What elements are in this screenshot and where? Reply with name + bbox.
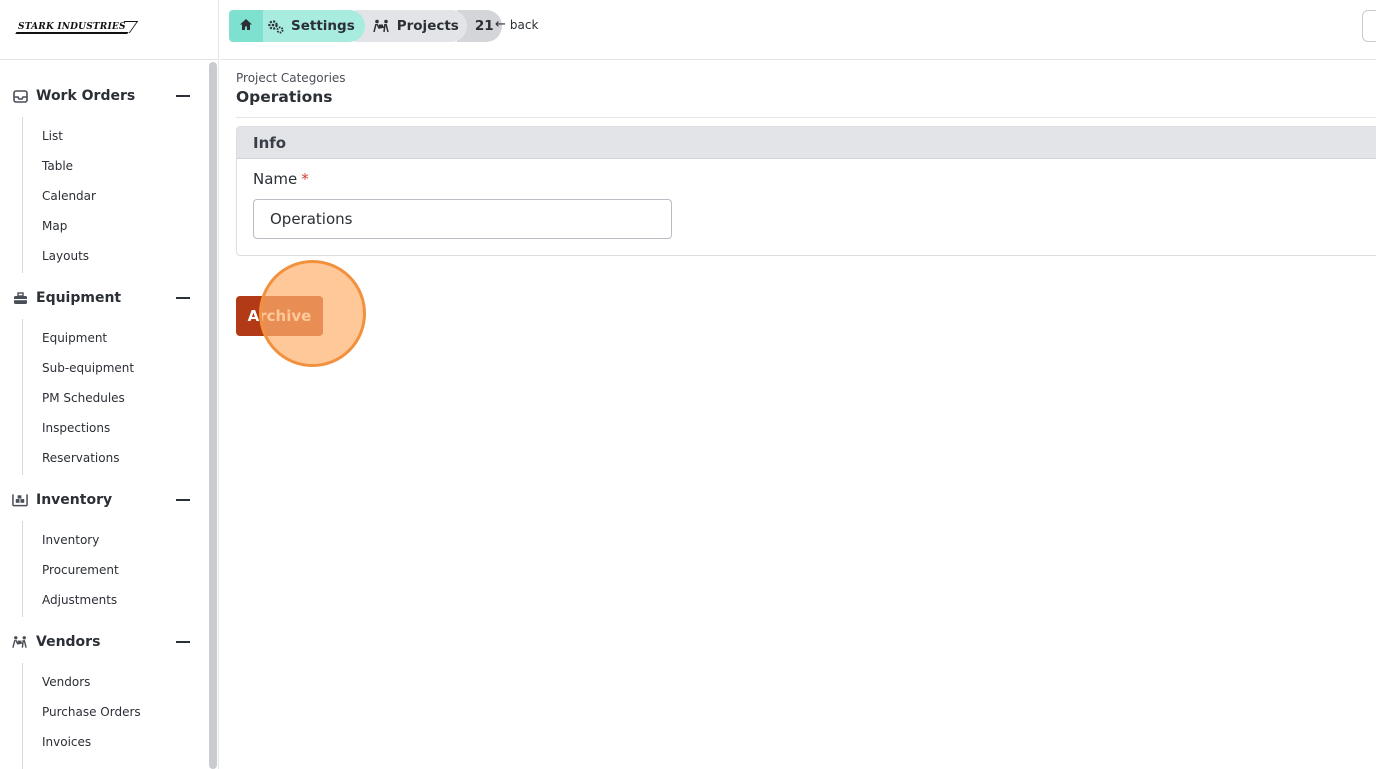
collapse-icon[interactable] [176, 297, 190, 299]
sidebar-item-table[interactable]: Table [42, 159, 73, 173]
section-title: Equipment [36, 290, 122, 306]
stark-industries-logo[interactable]: STARK INDUSTRIES [15, 18, 139, 38]
home-icon [239, 18, 253, 35]
breadcrumb-home[interactable] [229, 10, 263, 42]
card-header: Info [237, 127, 1376, 159]
sidebar-item-equipment[interactable]: Equipment [42, 331, 107, 345]
sub-list-line [22, 319, 23, 475]
back-label: back [509, 17, 539, 32]
toolbox-icon [12, 290, 28, 306]
inbox-icon [12, 88, 28, 104]
arrow-left-icon: ← [495, 17, 506, 32]
breadcrumb: Settings Projects 21 [229, 10, 502, 42]
breadcrumb-settings-label: Settings [291, 18, 355, 34]
search-input-edge[interactable] [1362, 10, 1376, 42]
warehouse-icon [12, 492, 28, 508]
breadcrumb-projects-label: Projects [396, 18, 459, 34]
sidebar-item-invoices[interactable]: Invoices [42, 735, 91, 749]
sidebar-item-calendar[interactable]: Calendar [42, 189, 96, 203]
sidebar-item-inventory[interactable]: Inventory [42, 533, 99, 547]
section-title: Inventory [36, 492, 113, 508]
sidebar-scrollbar[interactable] [209, 62, 217, 769]
collapse-icon[interactable] [176, 499, 190, 501]
info-card: Info Name * [236, 126, 1376, 256]
name-label: Name * [253, 170, 309, 188]
sidebar-nav: Work Orders List Table Calendar Map Layo… [0, 60, 207, 769]
breadcrumb-settings[interactable]: Settings [263, 10, 365, 42]
name-label-text: Name [253, 170, 298, 188]
archive-button[interactable]: Archive [236, 296, 323, 336]
section-equipment[interactable]: Equipment [0, 286, 207, 310]
sidebar-item-map[interactable]: Map [42, 219, 67, 233]
sidebar-item-sub-equipment[interactable]: Sub-equipment [42, 361, 134, 375]
collapse-icon[interactable] [176, 641, 190, 643]
title-divider [236, 117, 1376, 118]
sidebar-item-adjustments[interactable]: Adjustments [42, 593, 117, 607]
sub-list-line [22, 117, 23, 273]
sidebar-item-inspections[interactable]: Inspections [42, 421, 110, 435]
topbar: Settings Projects 21 ← back [220, 0, 1376, 60]
section-vendors[interactable]: Vendors [0, 630, 207, 654]
sidebar-item-purchase-orders[interactable]: Purchase Orders [42, 705, 141, 719]
sub-list-line [22, 663, 23, 769]
section-title: Vendors [36, 634, 101, 650]
cogs-icon [267, 18, 285, 34]
people-carry-icon [12, 634, 28, 650]
name-input[interactable] [253, 199, 672, 239]
sidebar-item-list[interactable]: List [42, 129, 63, 143]
collapse-icon[interactable] [176, 95, 190, 97]
sidebar-item-reservations[interactable]: Reservations [42, 451, 119, 465]
back-link[interactable]: ← back [495, 17, 538, 32]
section-work-orders[interactable]: Work Orders [0, 84, 207, 108]
sub-list-line [22, 521, 23, 617]
logo-text: STARK INDUSTRIES [18, 22, 126, 32]
breadcrumb-projects[interactable]: Projects [354, 10, 467, 42]
required-mark: * [301, 170, 309, 188]
breadcrumb-count-label: 21 [474, 18, 494, 34]
page-title: Operations [236, 88, 333, 106]
section-inventory[interactable]: Inventory [0, 488, 207, 512]
sidebar-item-pm-schedules[interactable]: PM Schedules [42, 391, 125, 405]
sidebar: STARK INDUSTRIES Work Orders List Table … [0, 0, 219, 769]
people-carry-icon [373, 18, 391, 34]
section-title: Work Orders [36, 88, 136, 104]
logo-underline [15, 32, 129, 34]
sidebar-item-vendors[interactable]: Vendors [42, 675, 90, 689]
sidebar-item-layouts[interactable]: Layouts [42, 249, 89, 263]
page-subtitle: Project Categories [236, 71, 346, 85]
sidebar-item-procurement[interactable]: Procurement [42, 563, 119, 577]
